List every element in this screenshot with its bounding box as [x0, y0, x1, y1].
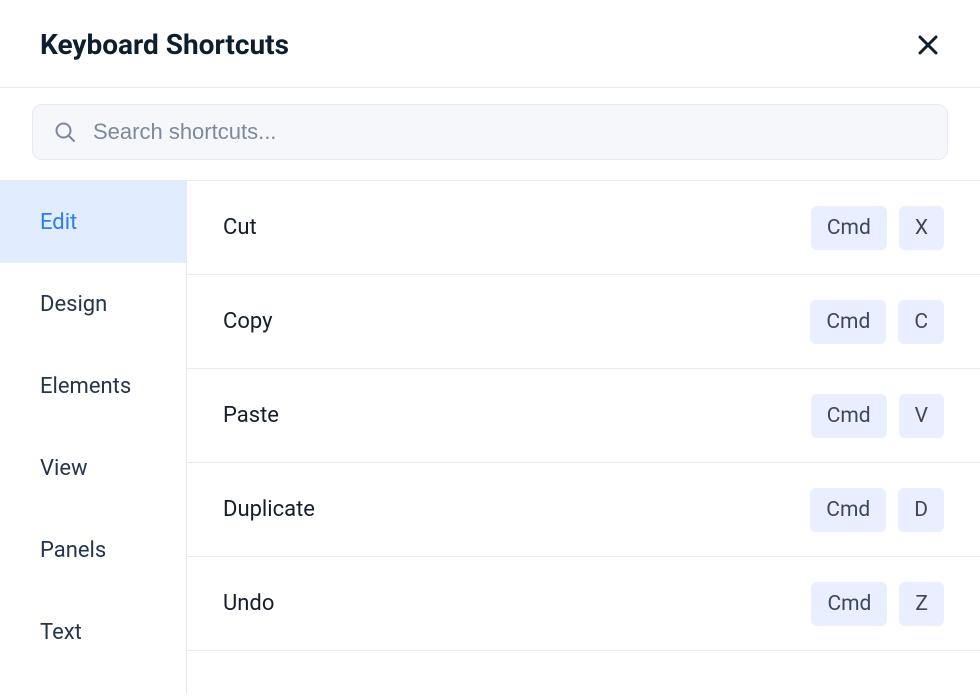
search-box[interactable]	[32, 104, 948, 160]
tab-elements[interactable]: Elements	[0, 345, 186, 427]
category-sidebar: Edit Design Elements View Panels Text	[0, 181, 186, 694]
dialog-title: Keyboard Shortcuts	[40, 28, 289, 61]
shortcut-label: Undo	[223, 591, 274, 616]
key: Cmd	[811, 582, 887, 626]
shortcut-label: Copy	[223, 309, 273, 334]
key: C	[898, 300, 944, 344]
tab-text[interactable]: Text	[0, 591, 186, 673]
tab-label: Edit	[40, 210, 77, 235]
shortcut-keys: Cmd Z	[811, 582, 944, 626]
tab-edit[interactable]: Edit	[0, 181, 186, 263]
tab-label: Design	[40, 292, 107, 317]
key: Cmd	[810, 300, 886, 344]
key: V	[899, 394, 944, 438]
close-icon	[916, 33, 940, 57]
dialog-body: Edit Design Elements View Panels Text Cu…	[0, 180, 980, 694]
shortcut-label: Cut	[223, 215, 257, 240]
shortcut-label: Duplicate	[223, 497, 315, 522]
key: Cmd	[810, 488, 886, 532]
tab-label: Text	[40, 620, 82, 645]
tab-label: View	[40, 456, 88, 481]
tab-view[interactable]: View	[0, 427, 186, 509]
key: Cmd	[811, 394, 887, 438]
tab-label: Elements	[40, 374, 131, 399]
key: Z	[899, 582, 944, 626]
shortcut-row: Paste Cmd V	[187, 369, 980, 463]
shortcut-label: Paste	[223, 403, 279, 428]
key: Cmd	[811, 206, 887, 250]
search-input[interactable]	[93, 119, 927, 145]
shortcut-row: Copy Cmd C	[187, 275, 980, 369]
shortcut-keys: Cmd V	[811, 394, 944, 438]
close-button[interactable]	[916, 33, 940, 57]
shortcut-row: Undo Cmd Z	[187, 557, 980, 651]
search-container	[0, 88, 980, 180]
dialog-header: Keyboard Shortcuts	[0, 0, 980, 87]
shortcut-row: Duplicate Cmd D	[187, 463, 980, 557]
key: X	[899, 206, 944, 250]
tab-design[interactable]: Design	[0, 263, 186, 345]
shortcut-keys: Cmd D	[810, 488, 944, 532]
tab-label: Panels	[40, 538, 106, 563]
search-icon	[53, 120, 77, 144]
shortcut-row: Cut Cmd X	[187, 181, 980, 275]
key: D	[898, 488, 944, 532]
shortcuts-list: Cut Cmd X Copy Cmd C Paste Cmd V Duplica…	[186, 181, 980, 694]
tab-panels[interactable]: Panels	[0, 509, 186, 591]
shortcut-keys: Cmd X	[811, 206, 944, 250]
shortcut-keys: Cmd C	[810, 300, 944, 344]
